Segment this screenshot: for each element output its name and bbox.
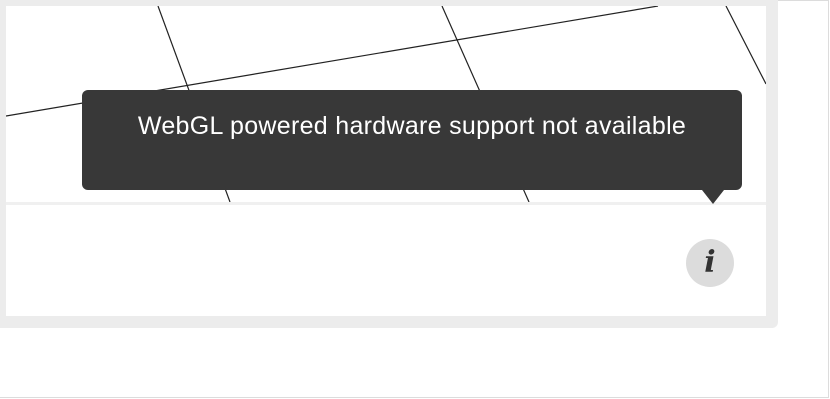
grid-line <box>725 6 766 85</box>
info-button[interactable]: i <box>686 239 734 287</box>
tooltip-message: WebGL powered hardware support not avail… <box>137 112 687 140</box>
info-icon: i <box>704 245 716 280</box>
webgl-warning-tooltip: WebGL powered hardware support not avail… <box>82 90 742 190</box>
tooltip-arrow <box>702 190 724 204</box>
map-footer: i <box>6 205 766 316</box>
